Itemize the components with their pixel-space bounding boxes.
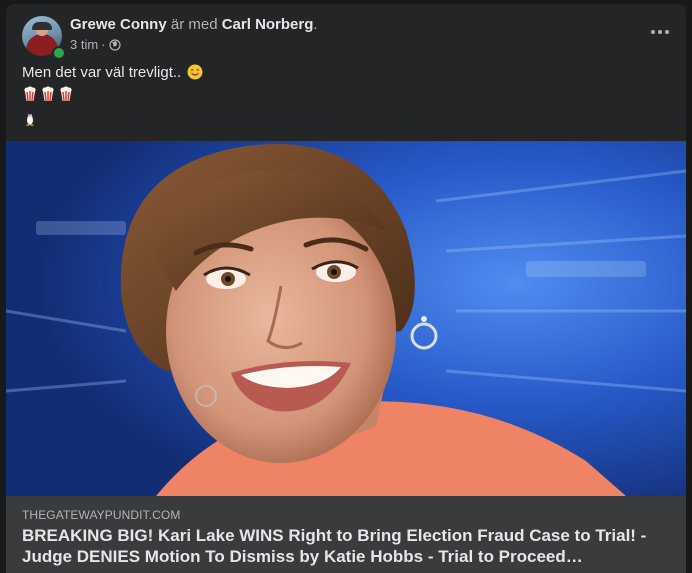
post-card: Grewe Conny är med Carl Norberg. 3 tim ·… bbox=[6, 4, 686, 573]
penguin-emoji-line bbox=[22, 104, 670, 132]
post-time[interactable]: 3 tim bbox=[70, 37, 98, 52]
post-meta: 3 tim · bbox=[70, 37, 121, 52]
link-title[interactable]: BREAKING BIG! Kari Lake WINS Right to Br… bbox=[22, 525, 672, 567]
popcorn-icon bbox=[24, 85, 36, 101]
more-options-icon bbox=[658, 30, 662, 34]
popcorn-emoji-line bbox=[22, 83, 670, 104]
author-name[interactable]: Grewe Conny bbox=[70, 16, 167, 33]
post-message: Men det var väl trevligt.. bbox=[22, 64, 182, 81]
link-preview-image[interactable] bbox=[6, 141, 686, 496]
popcorn-icon bbox=[60, 85, 72, 101]
avatar[interactable] bbox=[22, 16, 66, 60]
more-options-icon bbox=[651, 30, 655, 34]
more-options-button[interactable] bbox=[642, 14, 678, 50]
avatar-cap bbox=[32, 22, 52, 30]
popcorn-icon bbox=[42, 85, 54, 101]
tagged-name[interactable]: Carl Norberg bbox=[222, 16, 314, 33]
author-line: Grewe Conny är med Carl Norberg. bbox=[70, 16, 318, 33]
link-domain: THEGATEWAYPUNDIT.COM bbox=[22, 508, 181, 522]
with-text: är med bbox=[170, 16, 218, 33]
news-photo bbox=[6, 141, 686, 496]
smile-emoji-icon bbox=[187, 64, 203, 80]
tag-suffix: . bbox=[313, 16, 318, 33]
globe-icon[interactable] bbox=[108, 38, 121, 51]
post-text: Men det var väl trevligt.. bbox=[22, 62, 670, 132]
penguin-icon bbox=[25, 113, 35, 126]
meta-separator: · bbox=[101, 37, 106, 52]
online-status-dot bbox=[52, 46, 66, 60]
post-header: Grewe Conny är med Carl Norberg. 3 tim · bbox=[22, 16, 670, 60]
more-options-icon bbox=[665, 30, 669, 34]
link-preview-meta[interactable]: THEGATEWAYPUNDIT.COM BREAKING BIG! Kari … bbox=[6, 496, 686, 573]
post-text-line: Men det var väl trevligt.. bbox=[22, 62, 670, 83]
